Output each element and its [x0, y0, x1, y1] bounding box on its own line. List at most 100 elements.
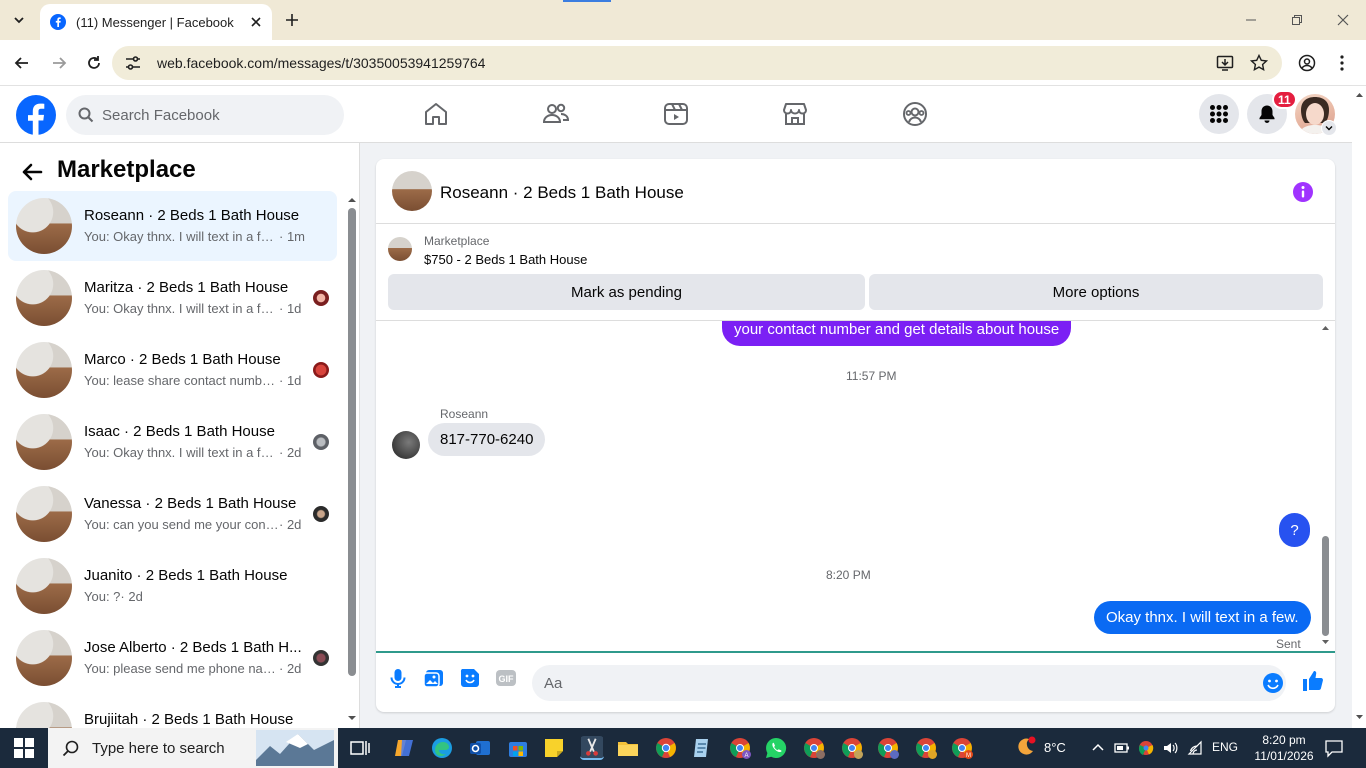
sticker-icon[interactable] — [458, 666, 482, 690]
notification-center-icon[interactable] — [1324, 738, 1344, 758]
microsoft-store-icon[interactable] — [506, 736, 530, 760]
chrome-profile-c-icon[interactable] — [840, 736, 864, 760]
conversation-item[interactable]: Roseann · 2 Beds 1 Bath House You: Okay … — [8, 191, 337, 261]
chat-title[interactable]: Roseann · 2 Beds 1 Bath House — [440, 183, 684, 203]
scroll-up-arrow-icon[interactable] — [347, 197, 357, 203]
friends-icon[interactable] — [542, 100, 570, 128]
browser-menu-icon[interactable] — [1338, 54, 1346, 72]
conversation-item[interactable]: Juanito · 2 Beds 1 Bath House You: ?· 2d — [8, 551, 337, 621]
chrome-tray-icon[interactable] — [1138, 740, 1154, 756]
minimize-button[interactable] — [1237, 6, 1265, 34]
outgoing-message[interactable]: your contact number and get details abou… — [722, 321, 1072, 346]
apps-grid-icon — [1210, 105, 1228, 123]
close-window-button[interactable] — [1329, 6, 1357, 34]
wifi-icon[interactable] — [1187, 740, 1203, 756]
listing-price[interactable]: $750 - 2 Beds 1 Bath House — [424, 252, 587, 267]
home-icon[interactable] — [422, 100, 450, 128]
conversation-item[interactable]: Brujiitah · 2 Beds 1 Bath House — [8, 695, 337, 728]
more-options-button[interactable]: More options — [869, 274, 1323, 310]
conversation-name: Juanito · 2 Beds 1 Bath House — [84, 567, 288, 584]
incoming-message[interactable]: 817-770-6240 — [428, 423, 546, 456]
chrome-profile-m-icon[interactable]: M — [950, 736, 974, 760]
back-button[interactable] — [8, 49, 36, 77]
bookmark-star-icon[interactable] — [1250, 54, 1268, 72]
taskbar-search[interactable]: Type here to search — [48, 728, 338, 768]
chrome-profile-b-icon[interactable] — [802, 736, 826, 760]
weather-widget[interactable]: 8°C — [1014, 736, 1066, 758]
site-settings-icon[interactable] — [124, 54, 142, 72]
scroll-down-arrow-icon[interactable] — [1355, 714, 1364, 720]
edge-browser-icon[interactable] — [430, 736, 454, 760]
outlook-icon[interactable] — [468, 736, 492, 760]
restore-button[interactable] — [1283, 6, 1311, 34]
file-explorer-icon[interactable] — [616, 736, 640, 760]
new-tab-button[interactable] — [280, 8, 304, 32]
conversation-list-scrollbar[interactable] — [348, 208, 356, 676]
video-icon[interactable] — [662, 100, 690, 128]
outgoing-message[interactable]: ? — [1279, 513, 1310, 547]
participant-avatar — [313, 434, 329, 450]
battery-icon[interactable] — [1114, 740, 1130, 756]
system-clock[interactable]: 8:20 pm 11/01/2026 — [1252, 732, 1316, 764]
chrome-icon[interactable] — [654, 736, 678, 760]
page-scrollbar[interactable] — [1352, 86, 1366, 728]
emoji-icon[interactable] — [1261, 671, 1285, 695]
omnibox[interactable]: web.facebook.com/messages/t/303500539412… — [112, 46, 1282, 80]
profile-icon[interactable] — [1298, 54, 1316, 72]
scroll-down-arrow-icon[interactable] — [347, 715, 357, 721]
groups-icon[interactable] — [901, 100, 929, 128]
install-app-icon[interactable] — [1216, 54, 1234, 72]
chrome-profile-e-icon[interactable] — [914, 736, 938, 760]
info-icon[interactable] — [1292, 181, 1314, 203]
scroll-up-arrow-icon[interactable] — [1321, 325, 1330, 331]
conversation-name: Vanessa · 2 Beds 1 Bath House — [84, 495, 297, 512]
menu-button[interactable] — [1199, 94, 1239, 134]
message-status: Sent — [1276, 637, 1301, 651]
speaker-icon[interactable] — [1162, 740, 1178, 756]
reload-button[interactable] — [80, 49, 108, 77]
notepad-icon[interactable] — [690, 736, 714, 760]
chevron-down-icon — [1325, 126, 1333, 131]
whatsapp-icon[interactable] — [764, 736, 788, 760]
tab-search-button[interactable] — [6, 7, 32, 33]
marketplace-icon[interactable] — [781, 100, 809, 128]
sender-avatar[interactable] — [392, 431, 420, 459]
participant-avatar — [313, 362, 329, 378]
listing-thumbnail[interactable] — [388, 237, 412, 261]
snipping-tool-icon[interactable] — [580, 736, 604, 760]
chat-avatar[interactable] — [392, 171, 432, 211]
close-tab-icon[interactable] — [250, 16, 262, 28]
marketplace-conversation-panel: Marketplace Roseann · 2 Beds 1 Bath Hous… — [0, 143, 360, 728]
account-menu-chevron[interactable] — [1321, 120, 1337, 136]
chrome-profile-d-icon[interactable] — [876, 736, 900, 760]
message-scrollbar[interactable] — [1322, 536, 1329, 636]
task-view-icon[interactable] — [348, 736, 372, 760]
photo-icon[interactable] — [422, 666, 446, 690]
chrome-profile-a-icon[interactable]: A — [728, 736, 752, 760]
back-arrow-icon[interactable] — [20, 160, 44, 184]
outgoing-message[interactable]: Okay thnx. I will text in a few. — [1094, 601, 1311, 634]
windows-start-icon[interactable] — [14, 738, 34, 758]
conversation-item[interactable]: Isaac · 2 Beds 1 Bath House You: Okay th… — [8, 407, 337, 477]
facebook-logo-icon[interactable] — [16, 95, 56, 135]
chevron-up-icon[interactable] — [1090, 740, 1106, 756]
listing-thumbnail — [16, 486, 72, 542]
gif-icon[interactable]: GIF — [494, 666, 518, 690]
message-input[interactable] — [532, 665, 1286, 701]
mark-as-pending-button[interactable]: Mark as pending — [388, 274, 865, 310]
url-text[interactable]: web.facebook.com/messages/t/303500539412… — [157, 55, 485, 71]
forward-button[interactable] — [45, 49, 73, 77]
facebook-search-bar[interactable]: Search Facebook — [66, 95, 344, 135]
conversation-item[interactable]: Marco · 2 Beds 1 Bath House You: lease s… — [8, 335, 337, 405]
conversation-item[interactable]: Maritza · 2 Beds 1 Bath House You: Okay … — [8, 263, 337, 333]
thumbs-up-icon[interactable] — [1301, 669, 1325, 693]
copilot-icon[interactable] — [392, 736, 416, 760]
microphone-icon[interactable] — [386, 666, 410, 690]
conversation-item[interactable]: Vanessa · 2 Beds 1 Bath House You: can y… — [8, 479, 337, 549]
scroll-up-arrow-icon[interactable] — [1355, 92, 1364, 98]
sticky-notes-icon[interactable] — [542, 736, 566, 760]
scroll-down-arrow-icon[interactable] — [1321, 639, 1330, 645]
conversation-item[interactable]: Jose Alberto · 2 Beds 1 Bath H... You: p… — [8, 623, 337, 693]
language-indicator[interactable]: ENG — [1212, 740, 1238, 754]
browser-tab[interactable]: (11) Messenger | Facebook — [40, 4, 272, 40]
